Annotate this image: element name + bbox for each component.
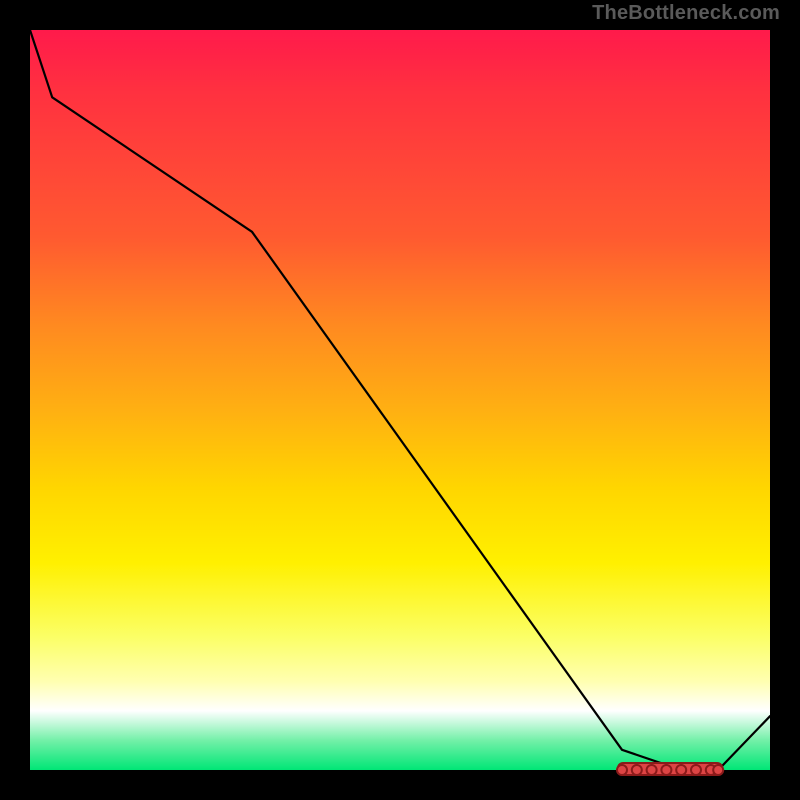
marker-dot xyxy=(691,765,701,775)
marker-dot xyxy=(713,765,723,775)
optimal-markers xyxy=(617,765,723,775)
chart-svg xyxy=(30,30,770,770)
bottleneck-curve xyxy=(30,30,770,770)
marker-dot xyxy=(676,765,686,775)
marker-dot xyxy=(661,765,671,775)
marker-dot xyxy=(617,765,627,775)
marker-dot xyxy=(632,765,642,775)
attribution-text: TheBottleneck.com xyxy=(592,2,780,25)
plot-area xyxy=(30,30,770,770)
marker-dot xyxy=(647,765,657,775)
chart-frame: TheBottleneck.com xyxy=(0,0,800,800)
